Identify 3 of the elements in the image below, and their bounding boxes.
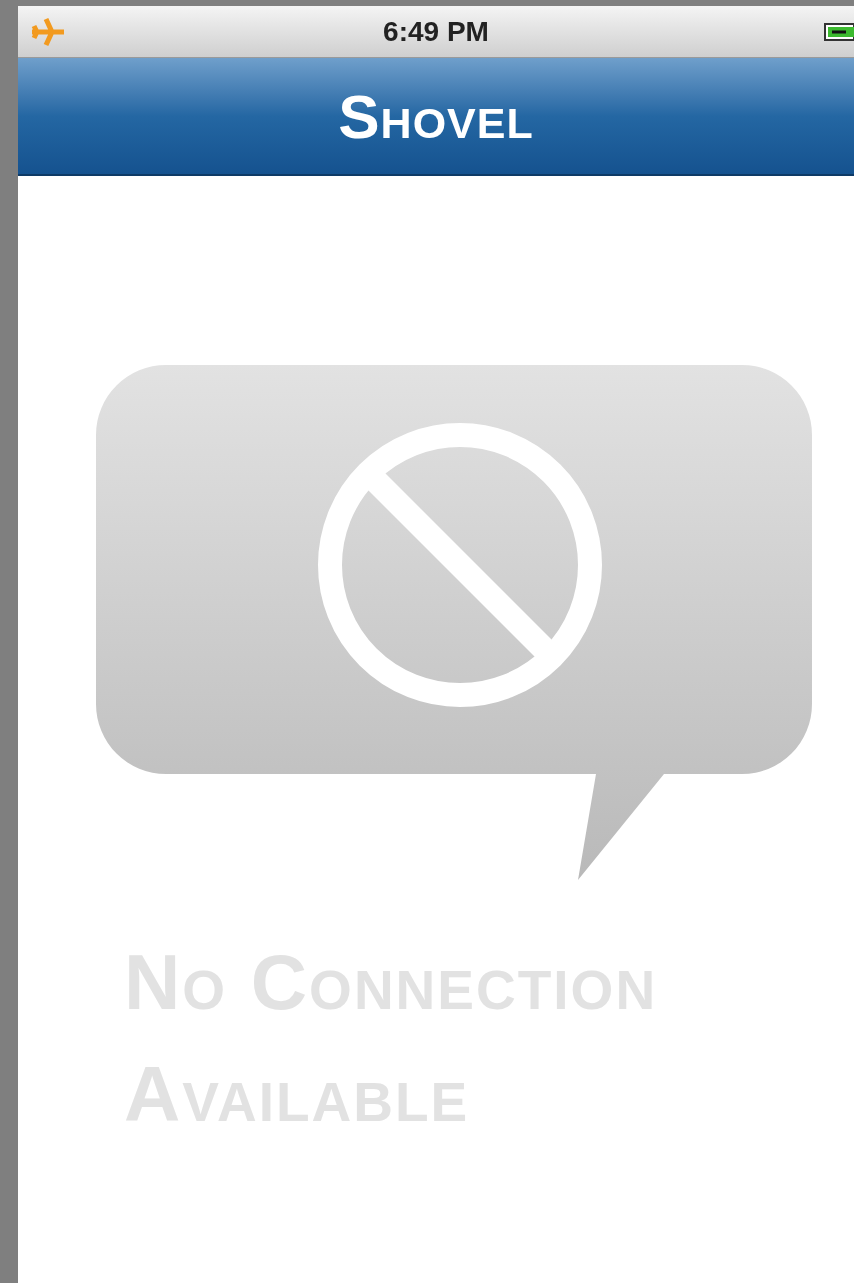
battery-icon xyxy=(824,21,854,42)
status-time: 6:49 PM xyxy=(383,14,489,49)
nav-title: Shovel xyxy=(338,80,534,153)
